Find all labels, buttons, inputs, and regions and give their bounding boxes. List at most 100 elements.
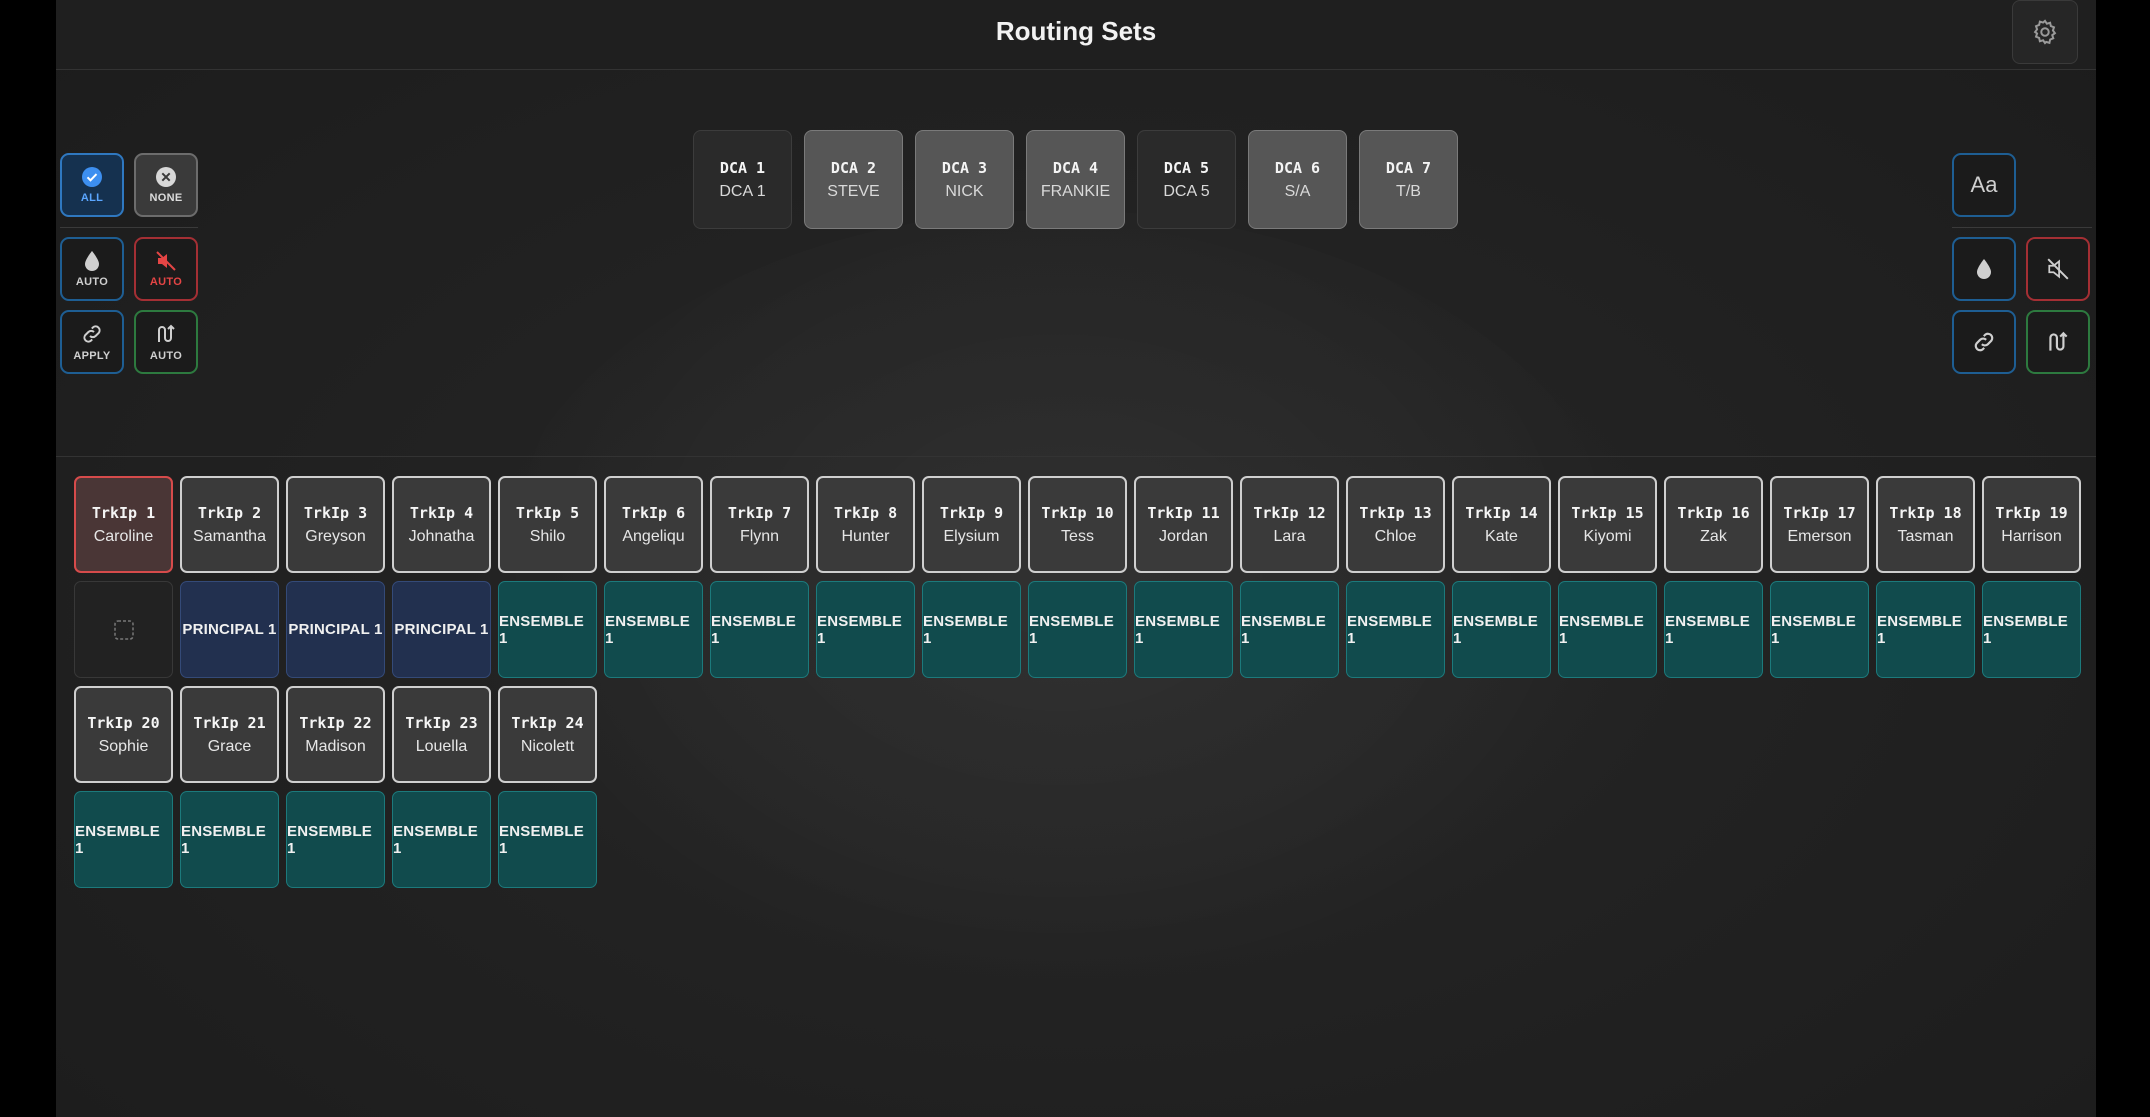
- track-button[interactable]: TrkIp 22 Madison: [286, 686, 385, 783]
- routing-set-cell[interactable]: ENSEMBLE 1: [816, 581, 915, 678]
- routing-set-label: PRINCIPAL 1: [288, 621, 383, 638]
- track-number: TrkIp 13: [1359, 503, 1432, 522]
- track-button[interactable]: TrkIp 17 Emerson: [1770, 476, 1869, 573]
- routing-set-cell[interactable]: ENSEMBLE 1: [1982, 581, 2081, 678]
- track-number: TrkIp 18: [1889, 503, 1962, 522]
- track-number: TrkIp 4: [409, 503, 474, 522]
- dca-number: DCA 3: [941, 158, 988, 177]
- track-button[interactable]: TrkIp 4 Johnatha: [392, 476, 491, 573]
- routing-set-label: PRINCIPAL 1: [182, 621, 277, 638]
- track-button[interactable]: TrkIp 3 Greyson: [286, 476, 385, 573]
- track-button[interactable]: TrkIp 10 Tess: [1028, 476, 1127, 573]
- track-button[interactable]: TrkIp 2 Samantha: [180, 476, 279, 573]
- routing-set-cell[interactable]: ENSEMBLE 1: [1876, 581, 1975, 678]
- track-button[interactable]: TrkIp 21 Grace: [180, 686, 279, 783]
- track-button[interactable]: TrkIp 5 Shilo: [498, 476, 597, 573]
- drop-button[interactable]: [1952, 237, 2016, 301]
- dca-button[interactable]: DCA 5 DCA 5: [1137, 130, 1236, 229]
- track-number: TrkIp 20: [87, 713, 160, 732]
- track-button[interactable]: TrkIp 12 Lara: [1240, 476, 1339, 573]
- track-button[interactable]: TrkIp 19 Harrison: [1982, 476, 2081, 573]
- select-all-button[interactable]: ALL: [60, 153, 124, 217]
- track-name: Tasman: [1897, 527, 1954, 545]
- routing-set-label: ENSEMBLE 1: [75, 822, 160, 857]
- track-name: Harrison: [2001, 527, 2062, 545]
- select-none-button[interactable]: NONE: [134, 153, 198, 217]
- track-name: Angeliqu: [622, 527, 685, 545]
- link-button[interactable]: [1952, 310, 2016, 374]
- track-name: Zak: [1700, 527, 1727, 545]
- dca-button[interactable]: DCA 2 STEVE: [804, 130, 903, 229]
- routing-set-cell[interactable]: ENSEMBLE 1: [1028, 581, 1127, 678]
- routing-set-cell[interactable]: ENSEMBLE 1: [74, 791, 173, 888]
- routing-set-cell[interactable]: ENSEMBLE 1: [1134, 581, 1233, 678]
- track-button[interactable]: TrkIp 6 Angeliqu: [604, 476, 703, 573]
- track-button[interactable]: TrkIp 23 Louella: [392, 686, 491, 783]
- routing-set-cell[interactable]: PRINCIPAL 1: [392, 581, 491, 678]
- track-number: TrkIp 2: [197, 503, 262, 522]
- auto-mute-button[interactable]: AUTO: [134, 237, 198, 301]
- routing-set-cell[interactable]: ENSEMBLE 1: [498, 791, 597, 888]
- routing-set-cell[interactable]: ENSEMBLE 1: [1346, 581, 1445, 678]
- track-button[interactable]: TrkIp 13 Chloe: [1346, 476, 1445, 573]
- auto-route-button[interactable]: AUTO: [134, 310, 198, 374]
- track-button[interactable]: TrkIp 20 Sophie: [74, 686, 173, 783]
- routing-set-cell[interactable]: ENSEMBLE 1: [604, 581, 703, 678]
- route-button[interactable]: [2026, 310, 2090, 374]
- track-number: TrkIp 3: [303, 503, 368, 522]
- routing-set-cell[interactable]: ENSEMBLE 1: [180, 791, 279, 888]
- track-button[interactable]: TrkIp 8 Hunter: [816, 476, 915, 573]
- track-button[interactable]: TrkIp 1 Caroline: [74, 476, 173, 573]
- font-size-button[interactable]: Aa: [1952, 153, 2016, 217]
- routing-set-cell[interactable]: ENSEMBLE 1: [286, 791, 385, 888]
- track-button[interactable]: TrkIp 7 Flynn: [710, 476, 809, 573]
- track-name: Greyson: [305, 527, 366, 545]
- routing-set-cell[interactable]: ENSEMBLE 1: [922, 581, 1021, 678]
- dca-button[interactable]: DCA 7 T/B: [1359, 130, 1458, 229]
- track-button[interactable]: TrkIp 18 Tasman: [1876, 476, 1975, 573]
- section-divider: [56, 456, 2096, 457]
- routing-set-cell[interactable]: ENSEMBLE 1: [1240, 581, 1339, 678]
- track-button[interactable]: TrkIp 16 Zak: [1664, 476, 1763, 573]
- dca-button[interactable]: DCA 1 DCA 1: [693, 130, 792, 229]
- track-button[interactable]: TrkIp 15 Kiyomi: [1558, 476, 1657, 573]
- routing-set-cell[interactable]: ENSEMBLE 1: [1558, 581, 1657, 678]
- dca-button[interactable]: DCA 4 FRANKIE: [1026, 130, 1125, 229]
- track-name: Shilo: [529, 527, 566, 545]
- track-name: Madison: [305, 737, 366, 755]
- routing-set-cell[interactable]: PRINCIPAL 1: [180, 581, 279, 678]
- routing-set-cell[interactable]: PRINCIPAL 1: [286, 581, 385, 678]
- dca-number: DCA 7: [1385, 158, 1432, 177]
- auto-mute-label: AUTO: [149, 276, 183, 288]
- mute-button[interactable]: [2026, 237, 2090, 301]
- auto-drop-label: AUTO: [75, 276, 109, 288]
- routing-set-cell[interactable]: ENSEMBLE 1: [392, 791, 491, 888]
- routing-set-cell[interactable]: ENSEMBLE 1: [1452, 581, 1551, 678]
- routing-set-cell[interactable]: ENSEMBLE 1: [498, 581, 597, 678]
- auto-drop-button[interactable]: AUTO: [60, 237, 124, 301]
- dca-number: DCA 5: [1163, 158, 1210, 177]
- routing-set-cell[interactable]: ENSEMBLE 1: [1664, 581, 1763, 678]
- track-button[interactable]: TrkIp 14 Kate: [1452, 476, 1551, 573]
- track-number: TrkIp 22: [299, 713, 372, 732]
- track-name: Jordan: [1159, 527, 1208, 545]
- gear-icon: [2033, 19, 2057, 45]
- dca-name: FRANKIE: [1040, 182, 1111, 200]
- routing-set-cell[interactable]: ENSEMBLE 1: [710, 581, 809, 678]
- track-button[interactable]: TrkIp 11 Jordan: [1134, 476, 1233, 573]
- routing-set-cell[interactable]: [74, 581, 173, 678]
- settings-button[interactable]: [2012, 0, 2078, 64]
- routing-set-cell[interactable]: ENSEMBLE 1: [1770, 581, 1869, 678]
- dca-name: T/B: [1396, 182, 1421, 200]
- routing-set-label: ENSEMBLE 1: [1665, 612, 1750, 647]
- track-number: TrkIp 16: [1677, 503, 1750, 522]
- page-title: Routing Sets: [995, 16, 1157, 46]
- track-button[interactable]: TrkIp 9 Elysium: [922, 476, 1021, 573]
- apply-link-button[interactable]: APPLY: [60, 310, 124, 374]
- track-name: Tess: [1061, 527, 1094, 545]
- track-name: Chloe: [1374, 527, 1417, 545]
- x-circle-icon: [156, 167, 176, 187]
- dca-button[interactable]: DCA 6 S/A: [1248, 130, 1347, 229]
- track-button[interactable]: TrkIp 24 Nicolett: [498, 686, 597, 783]
- dca-button[interactable]: DCA 3 NICK: [915, 130, 1014, 229]
